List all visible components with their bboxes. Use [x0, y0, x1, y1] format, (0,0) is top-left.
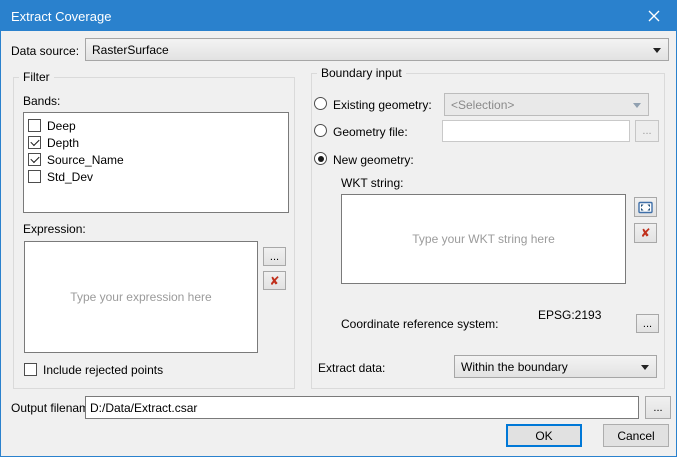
- boundary-group-title: Boundary input: [317, 66, 406, 80]
- band-label: Source_Name: [47, 153, 124, 167]
- ok-button[interactable]: OK: [506, 424, 582, 447]
- wkt-string-label: WKT string:: [341, 176, 403, 190]
- data-source-combobox[interactable]: RasterSurface: [85, 38, 669, 61]
- existing-geometry-value: <Selection>: [451, 98, 514, 112]
- geometry-file-input: [442, 120, 630, 142]
- bands-listbox[interactable]: Deep Depth Source_Name Std_Dev: [23, 112, 289, 213]
- checkbox-deep[interactable]: [28, 119, 41, 132]
- existing-geometry-radio[interactable]: [314, 97, 327, 110]
- expression-textarea[interactable]: Type your expression here: [24, 241, 258, 353]
- new-geometry-label: New geometry:: [333, 153, 414, 167]
- band-label: Deep: [47, 119, 76, 133]
- geometry-file-browse-button: ...: [635, 120, 659, 142]
- expression-label: Expression:: [23, 222, 86, 236]
- band-label: Depth: [47, 136, 79, 150]
- data-source-value: RasterSurface: [92, 43, 169, 57]
- crs-value: EPSG:2193: [538, 308, 601, 322]
- clear-x-icon: ✘: [640, 227, 650, 239]
- extract-data-combobox[interactable]: Within the boundary: [454, 355, 657, 378]
- chevron-down-icon: [653, 48, 661, 53]
- chevron-down-icon: [633, 103, 641, 108]
- filter-group-title: Filter: [19, 70, 54, 84]
- wkt-clear-button[interactable]: ✘: [634, 223, 657, 243]
- new-geometry-radio[interactable]: [314, 152, 327, 165]
- clear-x-icon: ✘: [269, 275, 279, 287]
- wkt-placeholder: Type your WKT string here: [412, 232, 555, 246]
- extract-data-value: Within the boundary: [461, 360, 568, 374]
- data-source-label: Data source:: [11, 44, 79, 58]
- band-item-depth[interactable]: Depth: [24, 134, 288, 151]
- bands-label: Bands:: [23, 94, 60, 108]
- existing-geometry-combobox: <Selection>: [444, 93, 649, 116]
- checkbox-source-name[interactable]: [28, 153, 41, 166]
- include-rejected-label: Include rejected points: [43, 363, 163, 377]
- include-rejected-checkbox[interactable]: [24, 363, 37, 376]
- geometry-file-label: Geometry file:: [333, 125, 408, 139]
- chevron-down-icon: [641, 365, 649, 370]
- existing-geometry-label: Existing geometry:: [333, 98, 432, 112]
- band-item-std-dev[interactable]: Std_Dev: [24, 168, 288, 185]
- close-icon: [648, 10, 660, 22]
- extract-coverage-dialog: Extract Coverage Data source: RasterSurf…: [0, 0, 677, 457]
- titlebar[interactable]: Extract Coverage: [1, 1, 676, 31]
- checkbox-depth[interactable]: [28, 136, 41, 149]
- wkt-textarea[interactable]: Type your WKT string here: [341, 194, 626, 284]
- expand-extents-icon: [638, 201, 653, 214]
- crs-label: Coordinate reference system:: [341, 317, 498, 331]
- wkt-expand-button[interactable]: [634, 197, 657, 217]
- output-filename-input[interactable]: [85, 396, 639, 419]
- geometry-file-radio[interactable]: [314, 124, 327, 137]
- band-label: Std_Dev: [47, 170, 93, 184]
- dialog-title: Extract Coverage: [1, 9, 111, 24]
- cancel-button[interactable]: Cancel: [603, 424, 669, 447]
- crs-browse-button[interactable]: ...: [636, 314, 659, 333]
- extract-data-label: Extract data:: [318, 361, 385, 375]
- checkbox-std-dev[interactable]: [28, 170, 41, 183]
- output-browse-button[interactable]: ...: [645, 396, 671, 419]
- band-item-deep[interactable]: Deep: [24, 117, 288, 134]
- band-item-source-name[interactable]: Source_Name: [24, 151, 288, 168]
- expression-clear-button[interactable]: ✘: [263, 271, 286, 290]
- expression-browse-button[interactable]: ...: [263, 247, 286, 266]
- expression-placeholder: Type your expression here: [70, 290, 211, 304]
- close-button[interactable]: [631, 1, 676, 31]
